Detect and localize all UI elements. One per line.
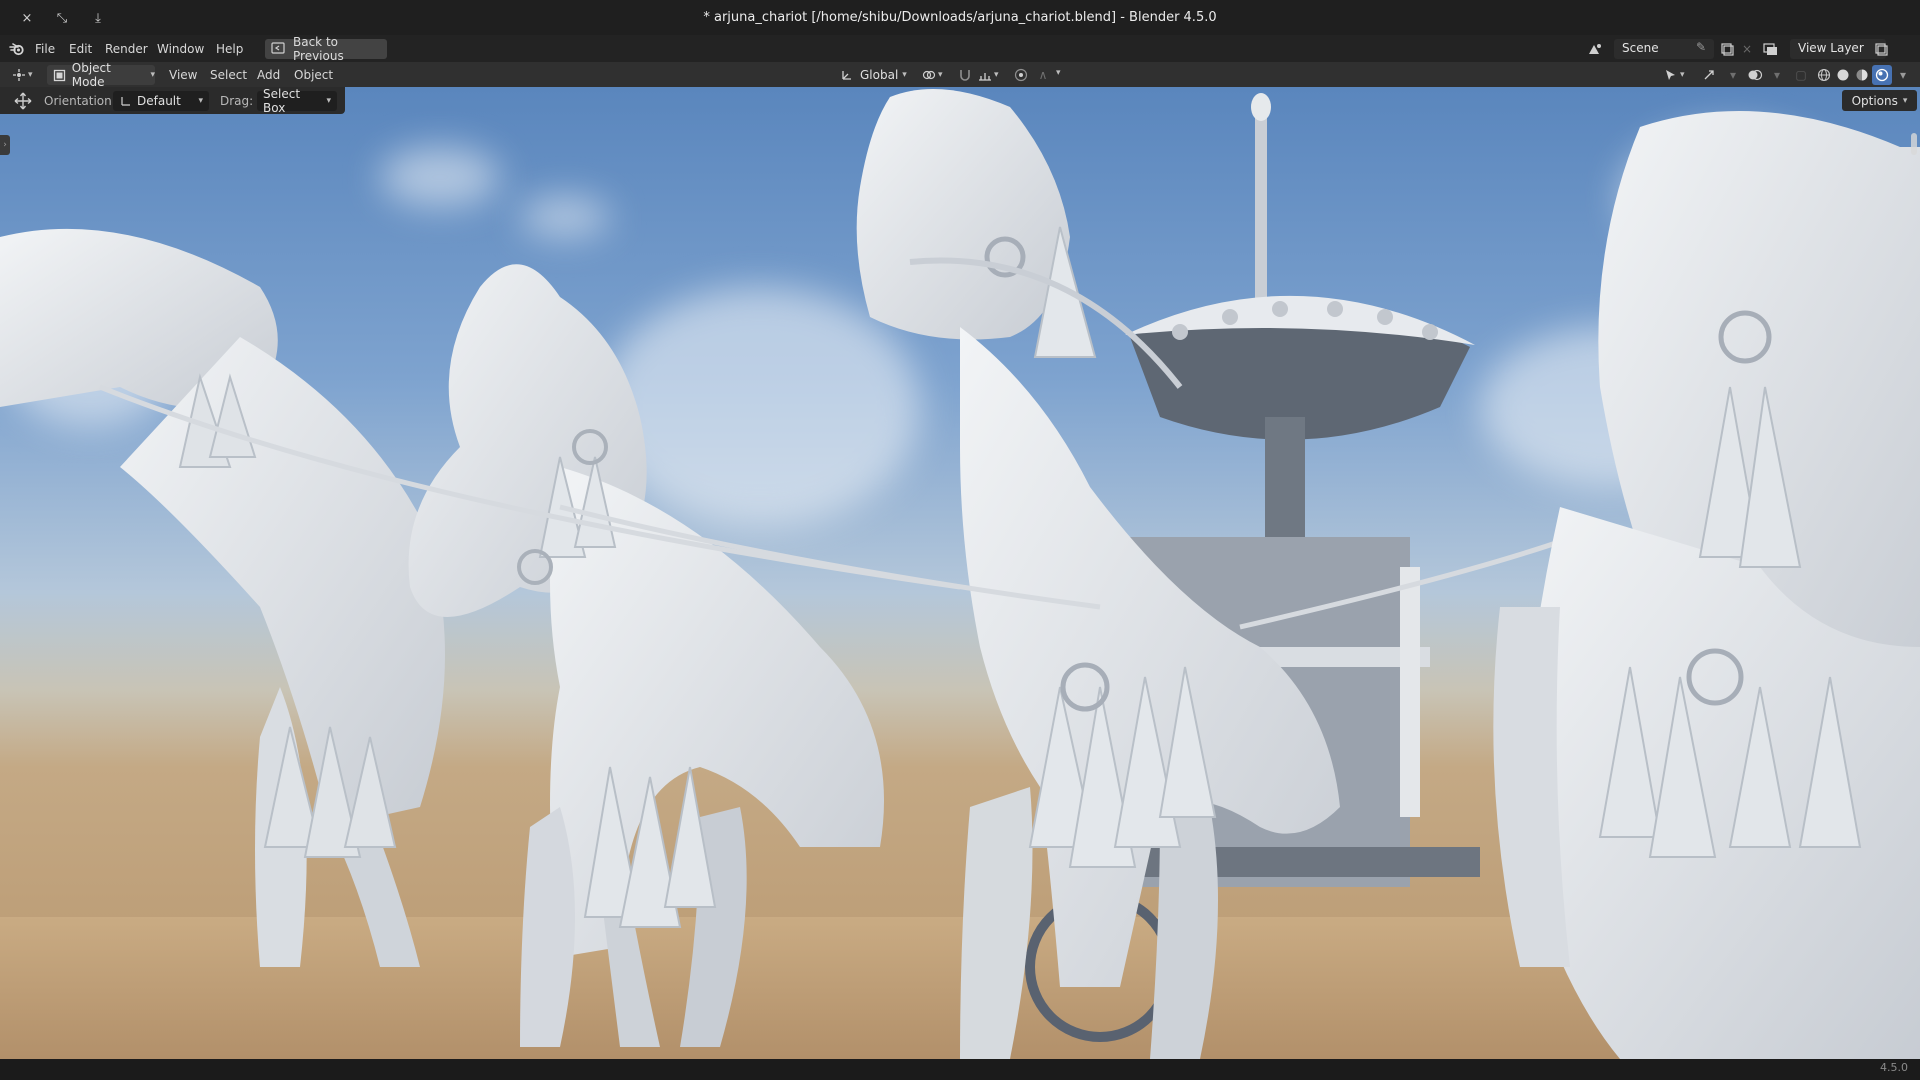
blender-logo-icon[interactable] bbox=[8, 40, 26, 58]
material-preview-shading-icon[interactable] bbox=[1853, 66, 1871, 84]
chevron-down-icon: ▾ bbox=[1902, 95, 1908, 106]
top-menu-bar: File Edit Render Window Help Back to Pre… bbox=[0, 35, 1920, 63]
viewport-header: ▾ Object Mode ▾ View Select Add Object G… bbox=[0, 61, 1920, 89]
transform-orientation-label: Global bbox=[860, 68, 899, 82]
back-screen-icon bbox=[271, 41, 285, 57]
menu-render[interactable]: Render bbox=[105, 40, 148, 58]
horse-right bbox=[1493, 111, 1920, 1059]
pivot-point-dropdown[interactable]: ▾ bbox=[920, 65, 950, 85]
global-axes-icon bbox=[838, 66, 856, 84]
back-to-previous-label: Back to Previous bbox=[293, 35, 344, 63]
menu-window[interactable]: Window bbox=[157, 40, 204, 58]
chevron-down-icon: ▾ bbox=[198, 96, 203, 106]
pivot-point-icon bbox=[920, 66, 938, 84]
chevron-down-icon: ▾ bbox=[326, 96, 331, 106]
menu-edit[interactable]: Edit bbox=[69, 40, 92, 58]
window-titlebar: × ⤡ ⤓ * arjuna_chariot [/home/shibu/Down… bbox=[0, 0, 1920, 35]
chevron-down-icon: ▾ bbox=[150, 70, 155, 80]
menu-help[interactable]: Help bbox=[216, 40, 243, 58]
horse-far-left bbox=[0, 228, 445, 967]
orientation-label: Orientation: bbox=[44, 94, 116, 108]
viewport-menu-add[interactable]: Add bbox=[257, 66, 280, 84]
chevron-down-icon: ▾ bbox=[994, 70, 999, 80]
solid-shading-icon[interactable] bbox=[1834, 66, 1852, 84]
default-orientation-icon bbox=[119, 92, 133, 110]
delete-scene-icon[interactable]: × bbox=[1738, 40, 1756, 58]
object-mode-icon bbox=[51, 66, 69, 84]
scene-name-field[interactable]: Scene ✎ bbox=[1614, 39, 1714, 59]
sidebar-toggle-handle[interactable] bbox=[1911, 133, 1917, 155]
window-title: * arjuna_chariot [/home/shibu/Downloads/… bbox=[703, 10, 1217, 25]
proportional-editing-icon[interactable] bbox=[1012, 66, 1030, 84]
snap-toggle-icon[interactable] bbox=[956, 66, 974, 84]
drag-dropdown[interactable]: Select Box ▾ bbox=[257, 87, 337, 115]
pin-icon[interactable]: ✎ bbox=[1696, 40, 1706, 54]
visibility-dropdown[interactable]: ▾ bbox=[1662, 65, 1694, 85]
scene-name: Scene bbox=[1622, 41, 1659, 55]
overlays-toggle-icon[interactable] bbox=[1746, 66, 1764, 84]
view-layer-icon[interactable] bbox=[1762, 40, 1780, 58]
wireframe-shading-icon[interactable] bbox=[1815, 66, 1833, 84]
horse-centre-left bbox=[408, 264, 884, 1047]
selectability-icon bbox=[1662, 66, 1680, 84]
transform-orientation-dropdown[interactable]: Global ▾ bbox=[836, 65, 914, 85]
orientation-dropdown[interactable]: Default ▾ bbox=[113, 91, 209, 111]
chevron-down-icon: ▾ bbox=[1056, 68, 1061, 78]
scene-selector-icon[interactable] bbox=[1586, 40, 1604, 58]
options-dropdown[interactable]: Options ▾ bbox=[1842, 90, 1917, 111]
menu-file[interactable]: File bbox=[35, 40, 55, 58]
viewport-menu-select[interactable]: Select bbox=[210, 66, 247, 84]
status-bar: 4.5.0 bbox=[0, 1059, 1920, 1080]
view-layer-name: View Layer bbox=[1798, 41, 1864, 55]
chevron-down-icon: ▾ bbox=[1680, 70, 1685, 80]
xray-toggle-icon[interactable]: ▢ bbox=[1792, 66, 1810, 84]
3d-viewport-icon bbox=[10, 66, 28, 84]
back-to-previous-button[interactable]: Back to Previous bbox=[265, 35, 387, 63]
viewport-menu-view[interactable]: View bbox=[169, 66, 197, 84]
tool-settings-bar: Orientation: Default ▾ Drag: Select Box … bbox=[0, 87, 345, 115]
falloff-icon[interactable]: ∧ bbox=[1034, 66, 1052, 84]
object-mode-label: Object Mode bbox=[71, 61, 111, 89]
snap-increment-icon bbox=[976, 66, 994, 84]
chevron-down-icon: ▾ bbox=[902, 70, 907, 80]
snap-target-dropdown[interactable]: ▾ bbox=[976, 65, 1006, 85]
viewport-menu-object[interactable]: Object bbox=[294, 66, 333, 84]
3d-viewport[interactable]: › bbox=[0, 87, 1920, 1059]
shading-options-dropdown-icon[interactable]: ▾ bbox=[1894, 66, 1912, 84]
chariot-scene-render bbox=[0, 89, 1920, 1059]
object-mode-dropdown[interactable]: Object Mode ▾ bbox=[47, 61, 155, 89]
toolbar-toggle-button[interactable]: › bbox=[0, 135, 10, 155]
blender-version: 4.5.0 bbox=[1880, 1061, 1908, 1074]
chevron-down-icon: ▾ bbox=[28, 70, 33, 80]
move-tool-icon[interactable] bbox=[14, 92, 32, 110]
drag-value: Select Box bbox=[263, 87, 301, 115]
overlays-dropdown-icon[interactable]: ▾ bbox=[1768, 66, 1786, 84]
orientation-value: Default bbox=[137, 94, 181, 108]
gizmo-toggle-icon[interactable] bbox=[1700, 66, 1718, 84]
new-view-layer-icon[interactable] bbox=[1872, 40, 1890, 58]
new-scene-icon[interactable] bbox=[1718, 40, 1736, 58]
gizmo-dropdown-icon[interactable]: ▾ bbox=[1724, 66, 1742, 84]
editor-type-selector[interactable]: ▾ bbox=[10, 65, 40, 85]
chevron-down-icon: ▾ bbox=[938, 70, 943, 80]
drag-label: Drag: bbox=[220, 94, 254, 108]
rendered-shading-icon[interactable] bbox=[1872, 65, 1892, 85]
options-label: Options bbox=[1851, 93, 1898, 108]
